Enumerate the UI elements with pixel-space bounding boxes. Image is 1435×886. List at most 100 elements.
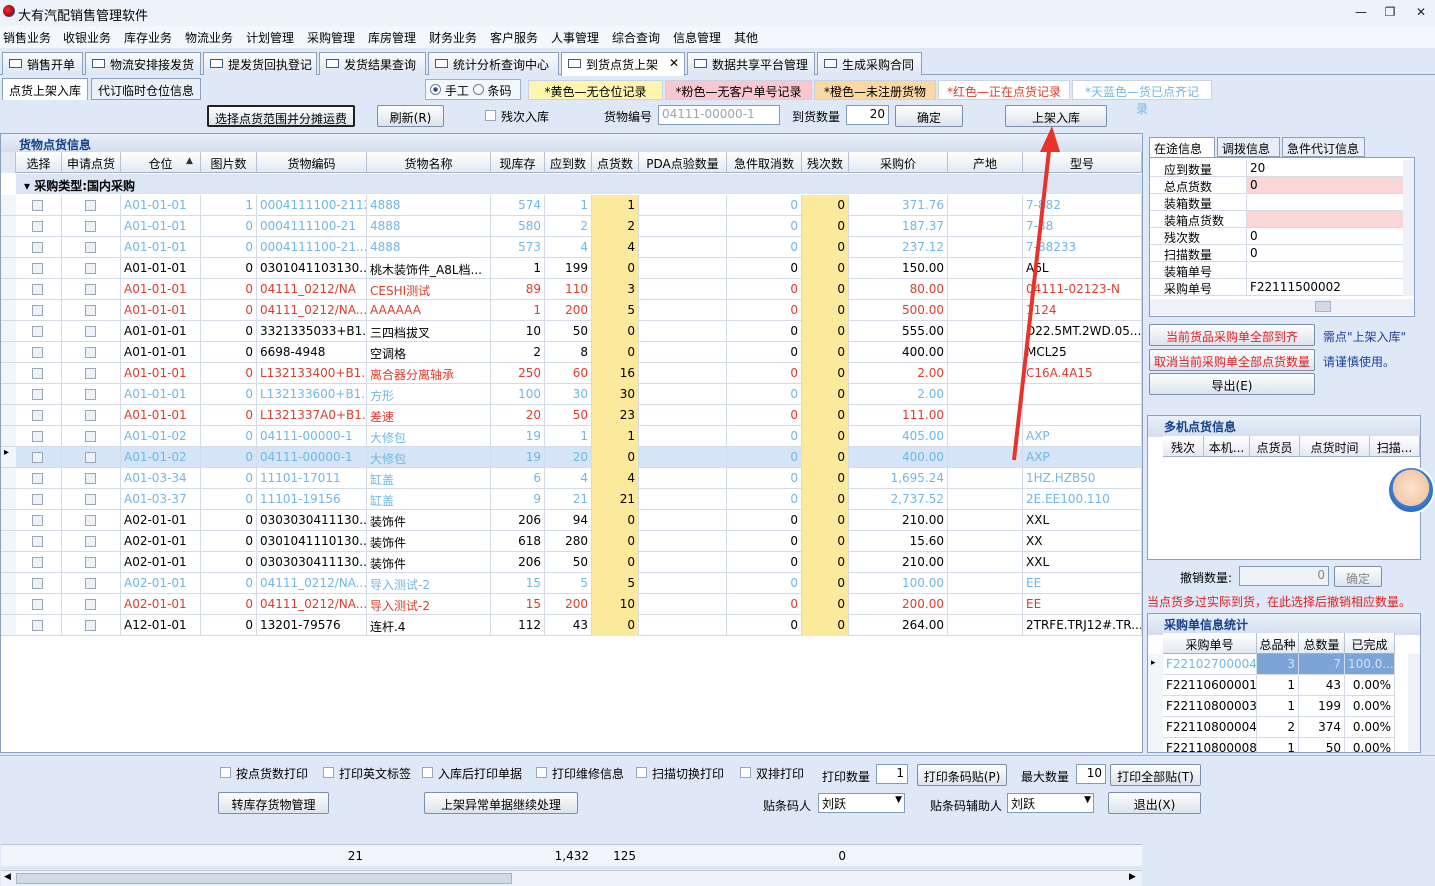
transfer-stock-button[interactable]: 转库存货物管理	[218, 792, 329, 814]
col-header[interactable]: 申请点货	[62, 152, 121, 173]
row-checkbox[interactable]	[84, 200, 96, 211]
row-selector[interactable]	[1, 552, 16, 573]
row-selector[interactable]	[1, 300, 16, 321]
col-header[interactable]: 采购价	[849, 152, 948, 173]
table-row[interactable]: A02-01-01 0 0303030411130... 装饰件 206 94 0 0 0 210…	[16, 510, 1142, 531]
po-col-header[interactable]: 采购单号	[1163, 633, 1257, 654]
radio-barcode[interactable]	[472, 84, 484, 95]
grid-cell[interactable]	[62, 300, 121, 321]
row-checkbox[interactable]	[84, 263, 96, 274]
grid-cell[interactable]	[62, 468, 121, 489]
cancel-all-button[interactable]: 取消当前采购单全部点货数量	[1149, 349, 1315, 371]
row-selector[interactable]	[1, 426, 16, 447]
helper-select[interactable]: 刘跃 ▼	[1007, 793, 1094, 813]
row-selector[interactable]	[1, 279, 16, 300]
menu-logistics[interactable]: 物流业务	[185, 29, 233, 46]
option-checkbox[interactable]	[422, 767, 433, 778]
tab-close-icon[interactable]: ✕	[669, 56, 679, 70]
grid-cell[interactable]	[16, 279, 62, 300]
option-checkbox[interactable]	[536, 767, 547, 778]
grid-cell[interactable]	[16, 405, 62, 426]
table-row[interactable]: A01-01-01 0 04111_0212/NA... AAAAAA 1 200 5 0 0 5…	[16, 300, 1142, 321]
row-checkbox[interactable]	[32, 305, 43, 316]
row-checkbox[interactable]	[32, 347, 43, 358]
subtab-shelf-in[interactable]: 点货上架入库	[2, 78, 89, 100]
row-checkbox[interactable]	[84, 515, 96, 526]
row-checkbox[interactable]	[84, 536, 96, 547]
row-selector[interactable]	[1, 405, 16, 426]
scroll-left-icon[interactable]: ◀	[4, 872, 11, 882]
row-checkbox[interactable]	[84, 410, 96, 421]
print-all-button[interactable]: 打印全部贴(T)	[1110, 764, 1201, 786]
row-checkbox[interactable]	[32, 284, 43, 295]
goods-no-input[interactable]: 04111-00000-1	[658, 105, 780, 125]
select-range-button[interactable]: 选择点货范围并分摊运费	[207, 105, 355, 127]
grid-cell[interactable]	[16, 384, 62, 405]
row-selector[interactable]: ▸	[1, 447, 16, 468]
row-checkbox[interactable]	[32, 620, 43, 631]
table-row[interactable]: A01-01-01 0 L1321337A0+B1... 差速 20 50 23 0 0 111.…	[16, 405, 1142, 426]
menu-customer[interactable]: 客户服务	[490, 29, 538, 46]
grid-cell[interactable]	[62, 363, 121, 384]
row-selector[interactable]	[1, 573, 16, 594]
grid-cell[interactable]	[16, 552, 62, 573]
row-checkbox[interactable]	[32, 431, 43, 442]
prop-value[interactable]: F22111500002	[1247, 279, 1403, 296]
props-scroll-thumb[interactable]	[1315, 301, 1331, 312]
row-selector[interactable]	[1, 468, 16, 489]
grid-cell[interactable]	[16, 447, 62, 468]
scroll-right-icon[interactable]: ▶	[1129, 872, 1136, 882]
row-checkbox[interactable]	[84, 389, 96, 400]
prop-value[interactable]: 0	[1247, 177, 1403, 194]
row-selector[interactable]	[1148, 738, 1163, 752]
row-checkbox[interactable]	[32, 410, 43, 421]
menu-finance[interactable]: 财务业务	[429, 29, 477, 46]
row-checkbox[interactable]	[32, 578, 43, 589]
option-checkbox[interactable]	[636, 767, 647, 778]
horizontal-scrollbar[interactable]: ◀ ▶	[1, 870, 1142, 886]
menu-cashier[interactable]: 收银业务	[63, 29, 111, 46]
row-selector[interactable]	[1, 216, 16, 237]
props-vscroll[interactable]	[1403, 160, 1414, 296]
tab-data-share[interactable]: 数据共享平台管理	[687, 52, 815, 75]
table-row[interactable]: A02-01-01 0 04111_0212/NA... 导入测试-2 15 200 10 0…	[16, 594, 1142, 615]
po-vscroll[interactable]	[1408, 654, 1420, 751]
grid-cell[interactable]	[16, 300, 62, 321]
subtab-temp-location[interactable]: 代订临时仓位信息	[91, 78, 202, 100]
row-selector[interactable]	[1, 195, 16, 216]
table-row[interactable]: A01-01-01 0 0004111100-21 4888 580 2 2 0 0 187.37…	[16, 216, 1142, 237]
row-selector[interactable]: ▸	[1148, 654, 1163, 675]
prop-value[interactable]	[1247, 211, 1403, 228]
tab-urgent[interactable]: 急件代订信息	[1282, 137, 1365, 157]
col-header[interactable]: 选择	[16, 152, 62, 173]
col-header[interactable]: 点货数	[592, 152, 639, 173]
abnormal-continue-button[interactable]: 上架异常单据继续处理	[424, 792, 578, 814]
multi-col-header[interactable]: 残次	[1163, 436, 1204, 457]
table-row[interactable]: A01-01-01 0 0004111100-21... 4888 573 4 4 0 0 237…	[16, 237, 1142, 258]
cancel-confirm-button[interactable]: 确定	[1334, 566, 1382, 587]
grid-cell[interactable]	[62, 384, 121, 405]
grid-cell[interactable]	[16, 594, 62, 615]
tab-in-transit[interactable]: 在途信息	[1149, 137, 1215, 157]
multi-col-header[interactable]: 本机...	[1204, 436, 1250, 457]
grid-cell[interactable]	[16, 258, 62, 279]
row-checkbox[interactable]	[84, 305, 96, 316]
row-selector[interactable]	[1, 510, 16, 531]
grid-cell[interactable]	[16, 342, 62, 363]
max-qty-input[interactable]: 10	[1076, 764, 1106, 784]
chevron-down-icon[interactable]: ▼	[1084, 795, 1091, 805]
grid-cell[interactable]	[16, 426, 62, 447]
table-row[interactable]: A01-01-02 0 04111-00000-1 大修包 19 1 1 0 0 405.00 AX…	[16, 426, 1142, 447]
menu-sales[interactable]: 销售业务	[3, 29, 51, 46]
prop-value[interactable]	[1247, 262, 1403, 279]
sort-asc-icon[interactable]: ▲	[186, 156, 193, 166]
tab-arrival-shelf[interactable]: 到货点货上架 ✕	[561, 52, 685, 76]
row-checkbox[interactable]	[84, 599, 96, 610]
grid-cell[interactable]	[16, 573, 62, 594]
grid-cell[interactable]	[62, 279, 121, 300]
grid-cell[interactable]	[62, 573, 121, 594]
col-header[interactable]: 货物名称	[367, 152, 491, 173]
row-checkbox[interactable]	[32, 515, 43, 526]
row-checkbox[interactable]	[32, 473, 43, 484]
row-checkbox[interactable]	[32, 599, 43, 610]
